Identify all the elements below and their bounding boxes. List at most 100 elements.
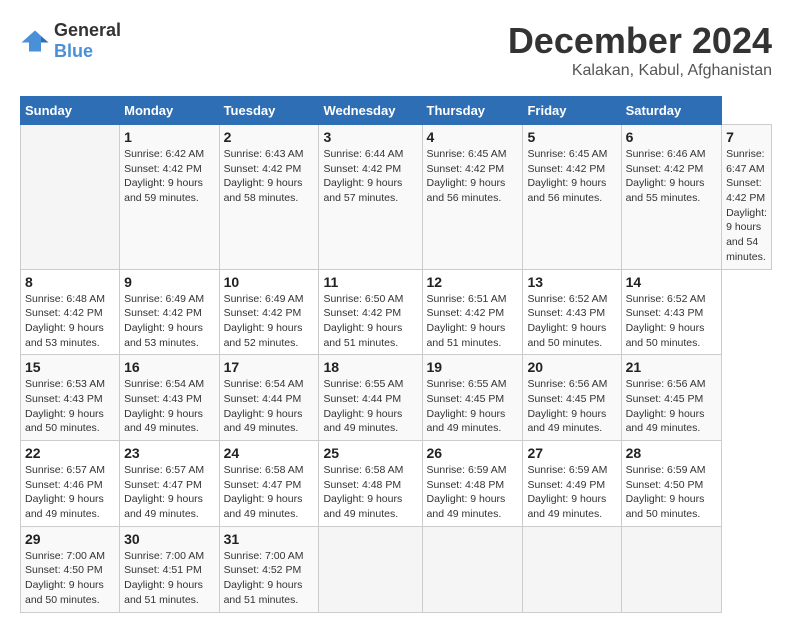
- day-number: 1: [124, 129, 214, 145]
- logo-icon: [20, 29, 50, 53]
- day-info: Sunrise: 6:44 AMSunset: 4:42 PMDaylight:…: [323, 147, 417, 206]
- day-info: Sunrise: 6:59 AMSunset: 4:48 PMDaylight:…: [427, 463, 519, 522]
- weekday-header-row: SundayMondayTuesdayWednesdayThursdayFrid…: [21, 97, 772, 125]
- calendar-cell: 21 Sunrise: 6:56 AMSunset: 4:45 PMDayligh…: [621, 355, 721, 441]
- day-info: Sunrise: 6:45 AMSunset: 4:42 PMDaylight:…: [527, 147, 616, 206]
- day-number: 29: [25, 531, 115, 547]
- calendar-cell: 18Sunrise: 6:55 AMSunset: 4:44 PMDayligh…: [319, 355, 422, 441]
- day-number: 21: [626, 359, 717, 375]
- calendar-cell: 8Sunrise: 6:48 AMSunset: 4:42 PMDaylight…: [21, 269, 120, 355]
- calendar-cell: [21, 125, 120, 270]
- logo-text: General Blue: [54, 20, 121, 62]
- day-number: 16: [124, 359, 214, 375]
- day-number: 14: [626, 274, 717, 290]
- calendar-cell: 16 Sunrise: 6:54 AMSunset: 4:43 PMDayligh…: [120, 355, 219, 441]
- day-info: Sunrise: 6:57 AMSunset: 4:47 PMDaylight:…: [124, 463, 214, 522]
- day-info: Sunrise: 6:52 AMSunset: 4:43 PMDaylight:…: [626, 292, 717, 351]
- day-number: 20: [527, 359, 616, 375]
- calendar-table: SundayMondayTuesdayWednesdayThursdayFrid…: [20, 96, 772, 613]
- calendar-cell: 10 Sunrise: 6:49 AMSunset: 4:42 PMDayligh…: [219, 269, 319, 355]
- day-number: 27: [527, 445, 616, 461]
- calendar-cell: 4Sunrise: 6:45 AMSunset: 4:42 PMDaylight…: [422, 125, 523, 270]
- day-info: Sunrise: 6:45 AMSunset: 4:42 PMDaylight:…: [427, 147, 519, 206]
- calendar-cell: 7Sunrise: 6:47 AMSunset: 4:42 PMDaylight…: [722, 125, 772, 270]
- location-title: Kalakan, Kabul, Afghanistan: [508, 62, 772, 80]
- day-number: 15: [25, 359, 115, 375]
- week-row-1: 1 Sunrise: 6:42 AMSunset: 4:42 PMDaylight…: [21, 125, 772, 270]
- calendar-cell: 28Sunrise: 6:59 AMSunset: 4:50 PMDayligh…: [621, 441, 721, 527]
- calendar-cell: 15 Sunrise: 6:53 AMSunset: 4:43 PMDayligh…: [21, 355, 120, 441]
- day-number: 7: [726, 129, 767, 145]
- day-info: Sunrise: 6:46 AMSunset: 4:42 PMDaylight:…: [626, 147, 717, 206]
- day-number: 31: [224, 531, 315, 547]
- day-info: Sunrise: 6:59 AMSunset: 4:49 PMDaylight:…: [527, 463, 616, 522]
- day-number: 24: [224, 445, 315, 461]
- day-info: Sunrise: 7:00 AMSunset: 4:52 PMDaylight:…: [224, 549, 315, 608]
- calendar-cell: 23 Sunrise: 6:57 AMSunset: 4:47 PMDayligh…: [120, 441, 219, 527]
- day-number: 9: [124, 274, 214, 290]
- weekday-header-saturday: Saturday: [621, 97, 721, 125]
- day-info: Sunrise: 6:55 AMSunset: 4:45 PMDaylight:…: [427, 377, 519, 436]
- day-info: Sunrise: 6:56 AMSunset: 4:45 PMDaylight:…: [527, 377, 616, 436]
- day-info: Sunrise: 6:43 AMSunset: 4:42 PMDaylight:…: [224, 147, 315, 206]
- calendar-cell: 22 Sunrise: 6:57 AMSunset: 4:46 PMDayligh…: [21, 441, 120, 527]
- day-number: 26: [427, 445, 519, 461]
- day-info: Sunrise: 7:00 AMSunset: 4:50 PMDaylight:…: [25, 549, 115, 608]
- day-info: Sunrise: 6:56 AMSunset: 4:45 PMDaylight:…: [626, 377, 717, 436]
- day-info: Sunrise: 6:53 AMSunset: 4:43 PMDaylight:…: [25, 377, 115, 436]
- weekday-header-wednesday: Wednesday: [319, 97, 422, 125]
- calendar-cell: 25 Sunrise: 6:58 AMSunset: 4:48 PMDayligh…: [319, 441, 422, 527]
- calendar-cell: 6 Sunrise: 6:46 AMSunset: 4:42 PMDaylight…: [621, 125, 721, 270]
- calendar-cell: [523, 526, 621, 612]
- day-number: 10: [224, 274, 315, 290]
- month-title: December 2024: [508, 20, 772, 62]
- day-number: 30: [124, 531, 214, 547]
- day-number: 5: [527, 129, 616, 145]
- calendar-cell: 5 Sunrise: 6:45 AMSunset: 4:42 PMDaylight…: [523, 125, 621, 270]
- weekday-header-tuesday: Tuesday: [219, 97, 319, 125]
- calendar-cell: 30Sunrise: 7:00 AMSunset: 4:51 PMDayligh…: [120, 526, 219, 612]
- day-number: 25: [323, 445, 417, 461]
- calendar-cell: 11Sunrise: 6:50 AMSunset: 4:42 PMDayligh…: [319, 269, 422, 355]
- calendar-cell: [319, 526, 422, 612]
- day-number: 6: [626, 129, 717, 145]
- calendar-cell: 24 Sunrise: 6:58 AMSunset: 4:47 PMDayligh…: [219, 441, 319, 527]
- day-number: 13: [527, 274, 616, 290]
- day-info: Sunrise: 6:42 AMSunset: 4:42 PMDaylight:…: [124, 147, 214, 206]
- day-info: Sunrise: 6:49 AMSunset: 4:42 PMDaylight:…: [124, 292, 214, 351]
- calendar-cell: 1 Sunrise: 6:42 AMSunset: 4:42 PMDaylight…: [120, 125, 219, 270]
- calendar-cell: 3 Sunrise: 6:44 AMSunset: 4:42 PMDaylight…: [319, 125, 422, 270]
- title-block: December 2024 Kalakan, Kabul, Afghanista…: [508, 20, 772, 80]
- day-info: Sunrise: 6:51 AMSunset: 4:42 PMDaylight:…: [427, 292, 519, 351]
- day-info: Sunrise: 6:54 AMSunset: 4:43 PMDaylight:…: [124, 377, 214, 436]
- day-info: Sunrise: 6:50 AMSunset: 4:42 PMDaylight:…: [323, 292, 417, 351]
- day-info: Sunrise: 6:55 AMSunset: 4:44 PMDaylight:…: [323, 377, 417, 436]
- day-number: 19: [427, 359, 519, 375]
- logo: General Blue: [20, 20, 121, 62]
- day-info: Sunrise: 6:57 AMSunset: 4:46 PMDaylight:…: [25, 463, 115, 522]
- weekday-header-monday: Monday: [120, 97, 219, 125]
- day-info: Sunrise: 6:58 AMSunset: 4:47 PMDaylight:…: [224, 463, 315, 522]
- calendar-cell: 19 Sunrise: 6:55 AMSunset: 4:45 PMDayligh…: [422, 355, 523, 441]
- day-info: Sunrise: 6:54 AMSunset: 4:44 PMDaylight:…: [224, 377, 315, 436]
- calendar-cell: 14 Sunrise: 6:52 AMSunset: 4:43 PMDayligh…: [621, 269, 721, 355]
- week-row-2: 8Sunrise: 6:48 AMSunset: 4:42 PMDaylight…: [21, 269, 772, 355]
- calendar-cell: 9 Sunrise: 6:49 AMSunset: 4:42 PMDaylight…: [120, 269, 219, 355]
- day-number: 23: [124, 445, 214, 461]
- day-number: 22: [25, 445, 115, 461]
- logo-blue: Blue: [54, 41, 93, 61]
- calendar-cell: 2Sunrise: 6:43 AMSunset: 4:42 PMDaylight…: [219, 125, 319, 270]
- day-info: Sunrise: 6:49 AMSunset: 4:42 PMDaylight:…: [224, 292, 315, 351]
- day-info: Sunrise: 6:48 AMSunset: 4:42 PMDaylight:…: [25, 292, 115, 351]
- week-row-4: 22 Sunrise: 6:57 AMSunset: 4:46 PMDayligh…: [21, 441, 772, 527]
- calendar-cell: 29 Sunrise: 7:00 AMSunset: 4:50 PMDayligh…: [21, 526, 120, 612]
- calendar-cell: 13Sunrise: 6:52 AMSunset: 4:43 PMDayligh…: [523, 269, 621, 355]
- week-row-5: 29 Sunrise: 7:00 AMSunset: 4:50 PMDayligh…: [21, 526, 772, 612]
- weekday-header-friday: Friday: [523, 97, 621, 125]
- logo-general: General: [54, 20, 121, 40]
- day-info: Sunrise: 6:58 AMSunset: 4:48 PMDaylight:…: [323, 463, 417, 522]
- day-number: 17: [224, 359, 315, 375]
- calendar-cell: [621, 526, 721, 612]
- day-number: 3: [323, 129, 417, 145]
- calendar-cell: 12Sunrise: 6:51 AMSunset: 4:42 PMDayligh…: [422, 269, 523, 355]
